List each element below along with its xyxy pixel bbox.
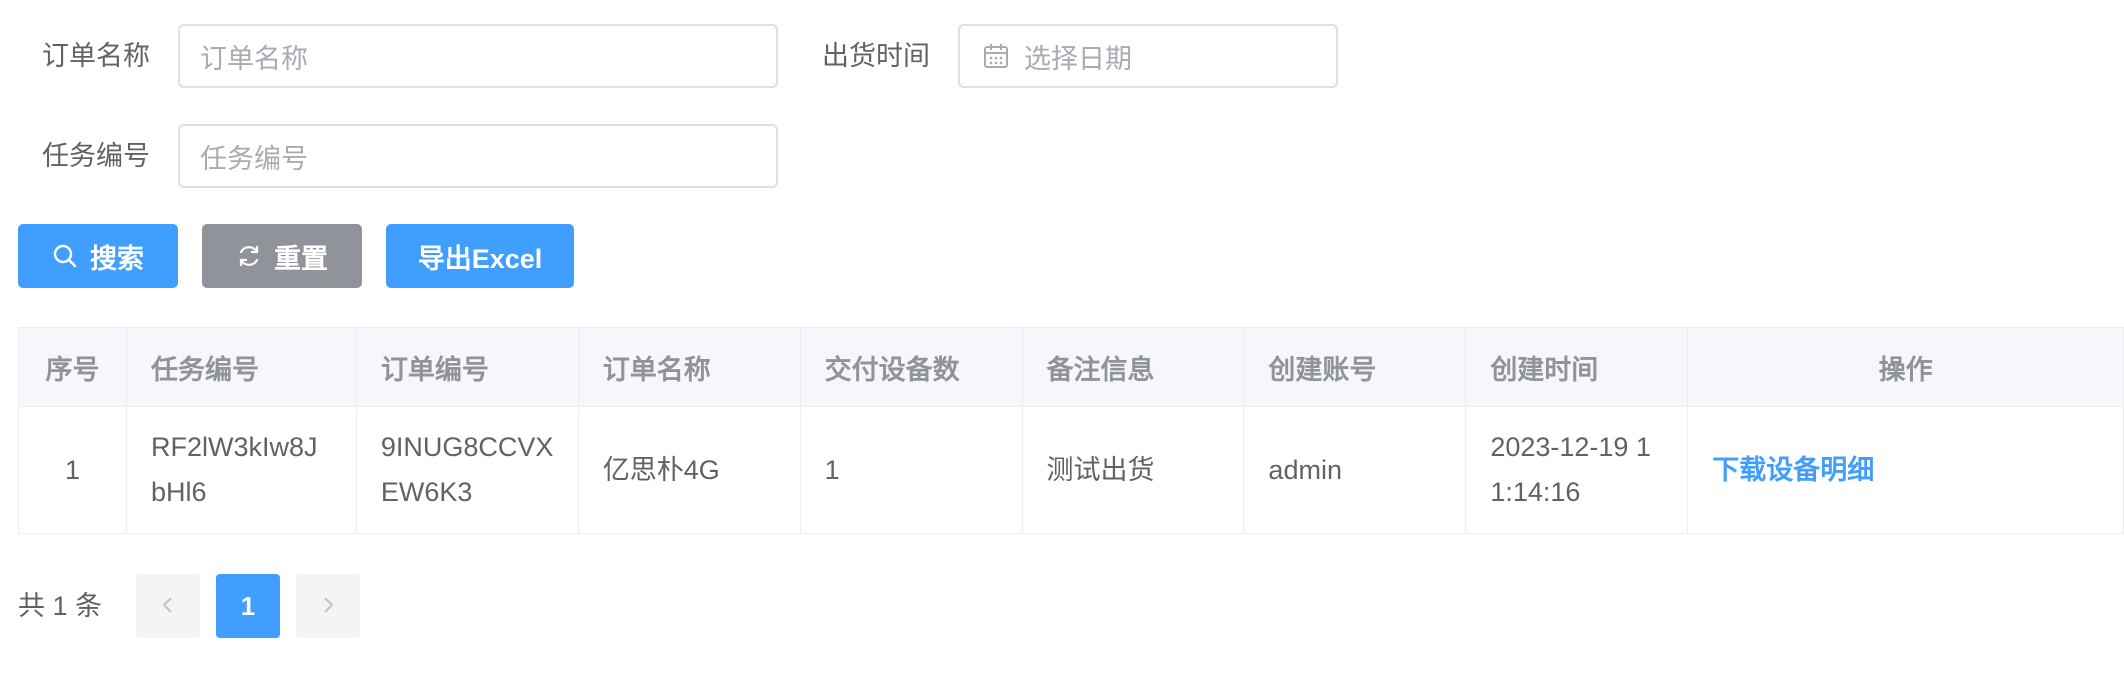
next-page-button[interactable] — [296, 574, 360, 638]
cell-order-no: 9INUG8CCVXEW6K3 — [355, 406, 579, 534]
reset-button-label: 重置 — [274, 243, 328, 274]
cell-account: admin — [1243, 406, 1467, 534]
header-remark: 备注信息 — [1021, 327, 1245, 407]
search-icon — [52, 243, 78, 269]
task-no-placeholder: 任务编号 — [200, 143, 308, 174]
header-order-name: 订单名称 — [577, 327, 801, 407]
header-task-no: 任务编号 — [125, 327, 357, 407]
reset-button[interactable]: 重置 — [202, 224, 362, 288]
order-name-label: 订单名称 — [42, 41, 150, 71]
cell-task-no: RF2lW3kIw8JbHl6 — [125, 406, 357, 534]
table-row: 1 RF2lW3kIw8JbHl6 9INUG8CCVXEW6K3 亿思朴4G … — [18, 406, 2124, 534]
export-excel-button[interactable]: 导出Excel — [386, 224, 574, 288]
cell-remark: 测试出货 — [1021, 406, 1245, 534]
page-number-button[interactable]: 1 — [216, 574, 280, 638]
chevron-right-icon — [320, 591, 336, 622]
ship-time-placeholder: 选择日期 — [1024, 43, 1132, 74]
task-no-label: 任务编号 — [42, 141, 150, 171]
ship-time-label: 出货时间 — [822, 41, 930, 71]
prev-page-button[interactable] — [136, 574, 200, 638]
shipment-table: 序号 任务编号 订单编号 订单名称 交付设备数 备注信息 创建账号 创建时间 操… — [18, 327, 2124, 534]
cell-index: 1 — [18, 406, 127, 534]
export-excel-label: 导出Excel — [417, 243, 543, 274]
download-device-details-link[interactable]: 下载设备明细 — [1712, 455, 1874, 485]
cell-action: 下载设备明细 — [1687, 406, 2124, 534]
cell-device-count: 1 — [799, 406, 1023, 534]
header-account: 创建账号 — [1243, 327, 1467, 407]
header-device-count: 交付设备数 — [799, 327, 1023, 407]
header-action: 操作 — [1687, 327, 2124, 407]
order-name-input[interactable]: 订单名称 — [178, 24, 778, 88]
order-name-placeholder: 订单名称 — [200, 43, 308, 74]
header-index: 序号 — [18, 327, 127, 407]
pagination-total: 共 1 条 — [18, 591, 103, 621]
table-header-row: 序号 任务编号 订单编号 订单名称 交付设备数 备注信息 创建账号 创建时间 操… — [18, 327, 2124, 407]
search-button[interactable]: 搜索 — [18, 224, 178, 288]
header-created-at: 创建时间 — [1465, 327, 1689, 407]
cell-created-at: 2023-12-19 11:14:16 — [1465, 406, 1689, 534]
ship-time-date-picker[interactable]: 选择日期 — [958, 24, 1338, 88]
refresh-icon — [236, 243, 262, 269]
task-no-input[interactable]: 任务编号 — [178, 124, 778, 188]
chevron-left-icon — [160, 591, 176, 622]
calendar-icon — [982, 42, 1010, 70]
header-order-no: 订单编号 — [355, 327, 579, 407]
cell-order-name: 亿思朴4G — [577, 406, 801, 534]
search-button-label: 搜索 — [90, 243, 144, 274]
